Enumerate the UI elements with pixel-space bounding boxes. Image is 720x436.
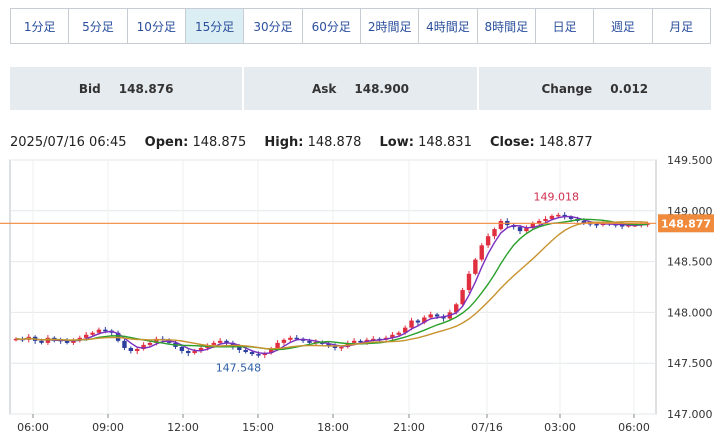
tab-0[interactable]: 1分足 (11, 9, 70, 43)
candle-body (594, 224, 599, 226)
tab-9[interactable]: 日足 (536, 9, 595, 43)
candle-body (256, 354, 261, 356)
quote-panel: Bid 148.876 Ask 148.900 Change 0.012 (10, 67, 711, 110)
bid-box: Bid 148.876 (10, 67, 243, 110)
high-value: 148.878 (307, 135, 362, 150)
candle-body (536, 220, 542, 223)
candle-body (243, 349, 248, 353)
y-tick-label: 147.000 (667, 408, 713, 421)
x-tick-label: 15:00 (242, 421, 274, 434)
candle-body (122, 340, 127, 348)
candle-body (524, 228, 529, 232)
y-tick-label: 148.500 (667, 256, 713, 269)
candle-body (96, 329, 102, 333)
candle-body (434, 314, 440, 317)
candle-body (288, 337, 293, 340)
x-tick-label: 07/16 (471, 421, 503, 434)
tab-10[interactable]: 週足 (594, 9, 653, 43)
candle-body (466, 273, 472, 291)
candle-body (351, 340, 357, 343)
timeframe-tabs: 1分足 5分足 10分足 15分足 30分足 60分足 2時間足 4時間足 8時間足 日足 週足 月足 (10, 8, 711, 44)
tab-2[interactable]: 10分足 (128, 9, 186, 43)
candle-body (39, 340, 44, 343)
candle-body (517, 227, 523, 232)
candle (479, 243, 484, 262)
bid-label: Bid (78, 81, 101, 96)
candle-body (415, 320, 421, 323)
candle-body (479, 245, 484, 260)
candle-body (90, 332, 95, 335)
candle-body (460, 290, 465, 305)
high-annotation: 149.018 (534, 191, 580, 204)
x-tick-label: 09:00 (92, 421, 124, 434)
candle-body (473, 259, 478, 274)
candle-body (498, 220, 504, 230)
current-price-label: 148.877 (661, 217, 711, 230)
x-tick-label: 06:00 (618, 421, 650, 434)
candle-body (543, 218, 548, 221)
low-value: 148.831 (418, 135, 472, 150)
candle-body (409, 320, 414, 328)
tab-7[interactable]: 4時間足 (419, 9, 478, 43)
candle-body (135, 348, 140, 352)
tab-5[interactable]: 60分足 (303, 9, 361, 43)
low-label: Low: (379, 135, 414, 150)
y-tick-label: 149.500 (667, 154, 713, 167)
candle-body (64, 340, 70, 343)
candle-body (249, 352, 255, 355)
candle-body (549, 215, 555, 219)
candle-body (396, 332, 401, 335)
candle-body (556, 214, 561, 217)
candle (473, 258, 478, 276)
candle-body (281, 339, 287, 343)
candle-body (485, 236, 491, 246)
x-tick-label: 21:00 (393, 421, 425, 434)
candle-body (492, 229, 497, 237)
candle-body (83, 334, 89, 338)
x-tick-label: 06:00 (17, 421, 49, 434)
open-label: Open: (144, 135, 189, 150)
tab-6[interactable]: 2時間足 (361, 9, 420, 43)
candle-body (186, 351, 191, 354)
price-chart[interactable]: 147.000147.500148.000148.500149.000149.5… (0, 150, 720, 436)
candle-body (339, 346, 344, 349)
ask-label: Ask (311, 81, 337, 96)
candle-body (179, 346, 185, 352)
candle-body (217, 340, 223, 343)
candle-body (128, 347, 134, 352)
tab-8[interactable]: 8時間足 (478, 9, 536, 43)
close-label: Close: (490, 135, 535, 150)
ohlc-readout: 2025/07/16 06:45 Open: 148.875 High: 148… (10, 135, 593, 150)
candle-body (307, 340, 312, 343)
close-value: 148.877 (538, 135, 593, 150)
candle (466, 271, 472, 294)
tab-4[interactable]: 30分足 (244, 9, 303, 43)
ask-box: Ask 148.900 (244, 67, 477, 110)
change-value: 0.012 (610, 81, 649, 96)
x-tick-label: 03:00 (544, 421, 576, 434)
ask-value: 148.900 (354, 81, 410, 96)
tab-1[interactable]: 5分足 (69, 9, 128, 43)
x-tick-label: 12:00 (167, 421, 199, 434)
y-tick-label: 148.000 (667, 306, 713, 319)
low-annotation: 147.548 (216, 361, 262, 374)
candle-body (192, 351, 197, 354)
tab-11[interactable]: 月足 (653, 9, 710, 43)
change-box: Change 0.012 (478, 67, 711, 110)
candle-body (428, 314, 433, 318)
y-tick-label: 147.500 (667, 357, 713, 370)
x-tick-label: 18:00 (317, 421, 349, 434)
candle-body (147, 342, 153, 345)
tab-3[interactable]: 15分足 (185, 9, 245, 43)
change-label: Change (541, 81, 593, 96)
candle-body (211, 342, 216, 345)
ohlc-datetime: 2025/07/16 06:45 (10, 135, 127, 150)
open-value: 148.875 (192, 135, 247, 150)
candle-body (103, 329, 108, 332)
bid-value: 148.876 (118, 81, 174, 96)
high-label: High: (264, 135, 304, 150)
